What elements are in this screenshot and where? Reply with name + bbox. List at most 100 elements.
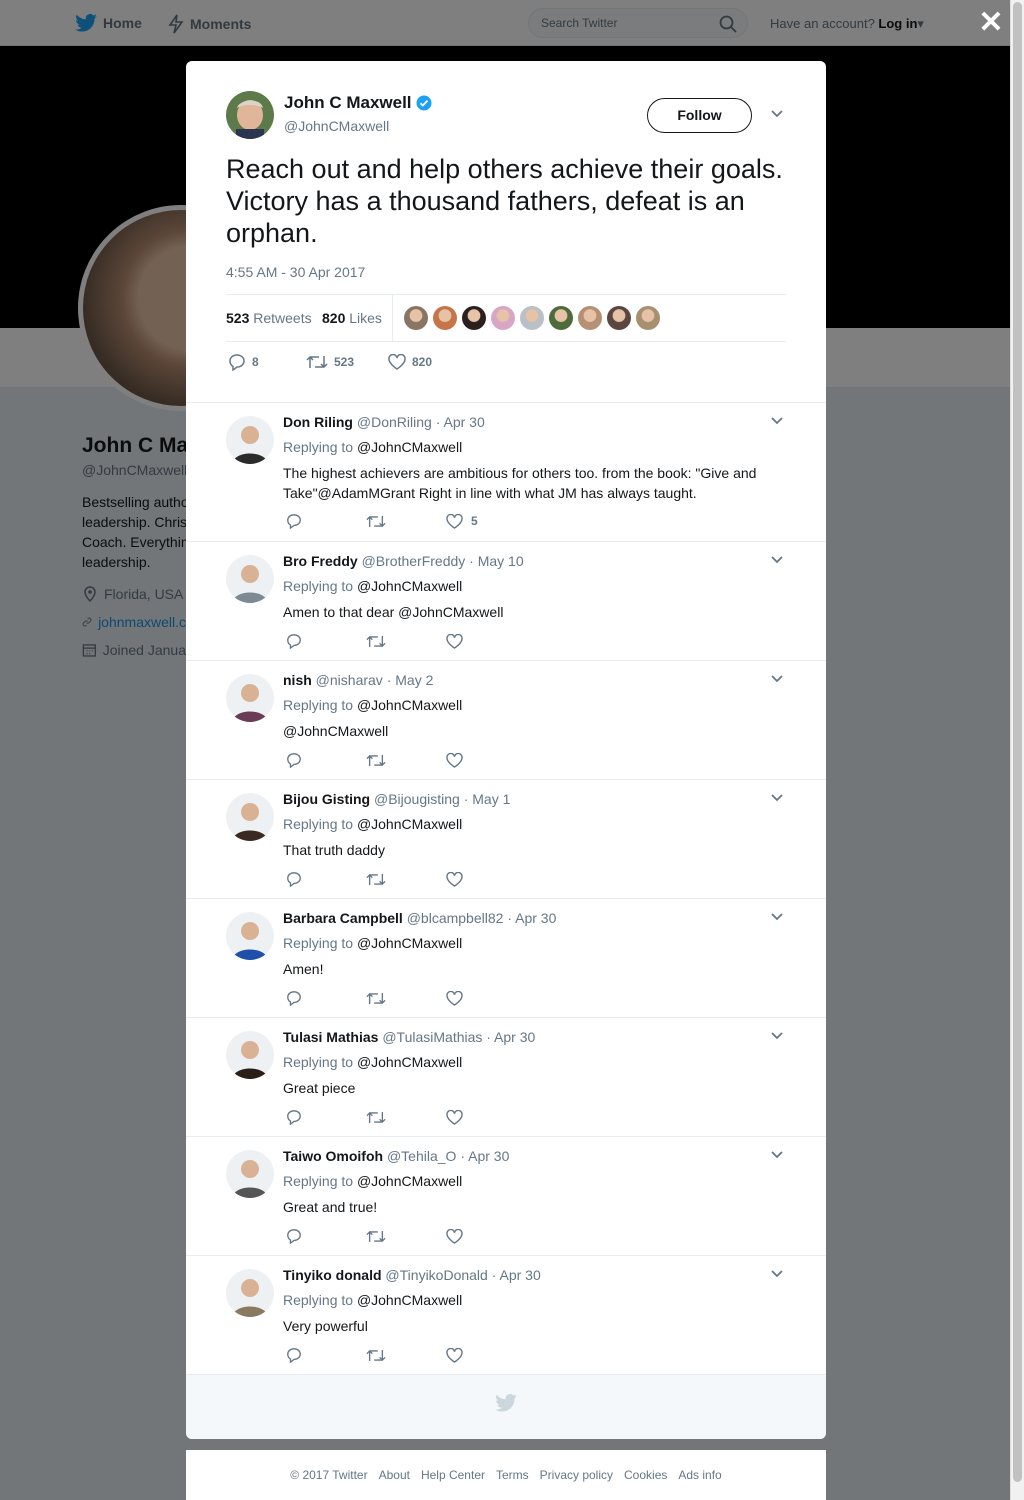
reply-date[interactable]: · May 2 bbox=[387, 672, 434, 688]
reply-button[interactable] bbox=[286, 871, 366, 887]
liker-avatar[interactable] bbox=[636, 306, 660, 330]
reply-avatar[interactable] bbox=[226, 1031, 274, 1079]
footer-link-help-center[interactable]: Help Center bbox=[421, 1468, 485, 1482]
like-button[interactable] bbox=[446, 752, 526, 768]
liker-avatar[interactable] bbox=[491, 306, 515, 330]
scrollbar-thumb[interactable] bbox=[1013, 2, 1022, 1482]
footer-link-about[interactable]: About bbox=[379, 1468, 410, 1482]
retweet-button[interactable] bbox=[366, 1348, 446, 1363]
reply-tweet[interactable]: Bijou Gisting @Bijougisting · May 1 Reply… bbox=[186, 780, 826, 899]
reply-avatar[interactable] bbox=[226, 555, 274, 603]
reply-avatar[interactable] bbox=[226, 674, 274, 722]
chevron-down-icon[interactable] bbox=[770, 109, 784, 119]
author-avatar[interactable] bbox=[226, 91, 274, 139]
chevron-down-icon[interactable] bbox=[770, 1031, 784, 1041]
reply-tweet[interactable]: Don Riling @DonRiling · Apr 30 Replying t… bbox=[186, 403, 826, 542]
reply-author-name[interactable]: nish bbox=[283, 672, 312, 688]
like-button[interactable] bbox=[446, 871, 526, 887]
reply-author-handle[interactable]: @TinyikoDonald bbox=[385, 1267, 487, 1283]
reply-author-name[interactable]: Tinyiko donald bbox=[283, 1267, 382, 1283]
reply-avatar[interactable] bbox=[226, 1150, 274, 1198]
author-name[interactable]: John C Maxwell bbox=[284, 93, 432, 113]
reply-tweet[interactable]: Tulasi Mathias @TulasiMathias · Apr 30 Re… bbox=[186, 1018, 826, 1137]
follow-button[interactable]: Follow bbox=[647, 98, 752, 133]
reply-author-handle[interactable]: @Bijougisting bbox=[374, 791, 460, 807]
liker-avatar[interactable] bbox=[433, 306, 457, 330]
author-name-text[interactable]: John C Maxwell bbox=[284, 93, 412, 113]
retweet-button[interactable] bbox=[366, 872, 446, 887]
retweet-button[interactable] bbox=[366, 1110, 446, 1125]
reply-author-name[interactable]: Don Riling bbox=[283, 414, 353, 430]
reply-tweet[interactable]: Taiwo Omoifoh @Tehila_O · Apr 30 Replying… bbox=[186, 1137, 826, 1256]
liker-avatar[interactable] bbox=[549, 306, 573, 330]
reply-button[interactable] bbox=[286, 513, 366, 529]
scrollbar[interactable] bbox=[1010, 0, 1024, 1500]
reply-author-handle[interactable]: @blcampbell82 bbox=[407, 910, 504, 926]
reply-button[interactable] bbox=[286, 752, 366, 768]
replying-to-handle[interactable]: @JohnCMaxwell bbox=[357, 1054, 462, 1070]
reply-avatar[interactable] bbox=[226, 793, 274, 841]
like-button[interactable]: 5 bbox=[446, 513, 526, 529]
like-button[interactable] bbox=[446, 1347, 526, 1363]
reply-button[interactable] bbox=[286, 1109, 366, 1125]
reply-tweet[interactable]: nish @nisharav · May 2 Replying to @JohnC… bbox=[186, 661, 826, 780]
replying-to-handle[interactable]: @JohnCMaxwell bbox=[357, 1173, 462, 1189]
tweet-timestamp[interactable]: 4:55 AM - 30 Apr 2017 bbox=[226, 264, 365, 280]
replying-to-handle[interactable]: @JohnCMaxwell bbox=[357, 935, 462, 951]
retweet-button[interactable] bbox=[366, 753, 446, 768]
likes-stat[interactable]: 820 Likes bbox=[322, 310, 382, 326]
reply-author-handle[interactable]: @Tehila_O bbox=[387, 1148, 456, 1164]
reply-avatar[interactable] bbox=[226, 1269, 274, 1317]
reply-date[interactable]: · Apr 30 bbox=[486, 1029, 535, 1045]
chevron-down-icon[interactable] bbox=[770, 793, 784, 803]
retweet-button[interactable] bbox=[366, 634, 446, 649]
replying-to-handle[interactable]: @JohnCMaxwell bbox=[357, 578, 462, 594]
chevron-down-icon[interactable] bbox=[770, 555, 784, 565]
retweet-button[interactable] bbox=[366, 991, 446, 1006]
liker-avatar[interactable] bbox=[578, 306, 602, 330]
reply-button[interactable] bbox=[286, 1347, 366, 1363]
reply-author-name[interactable]: Bro Freddy bbox=[283, 553, 358, 569]
footer-link-terms[interactable]: Terms bbox=[496, 1468, 529, 1482]
like-button[interactable]: 820 bbox=[388, 354, 432, 370]
reply-author-name[interactable]: Tulasi Mathias bbox=[283, 1029, 378, 1045]
retweet-button[interactable]: 523 bbox=[306, 354, 388, 370]
reply-date[interactable]: · Apr 30 bbox=[460, 1148, 509, 1164]
like-button[interactable] bbox=[446, 990, 526, 1006]
reply-avatar[interactable] bbox=[226, 416, 274, 464]
footer-link-ads-info[interactable]: Ads info bbox=[678, 1468, 721, 1482]
chevron-down-icon[interactable] bbox=[770, 674, 784, 684]
reply-author-handle[interactable]: @nisharav bbox=[316, 672, 383, 688]
chevron-down-icon[interactable] bbox=[770, 1150, 784, 1160]
chevron-down-icon[interactable] bbox=[770, 1269, 784, 1279]
like-button[interactable] bbox=[446, 633, 526, 649]
reply-date[interactable]: · Apr 30 bbox=[507, 910, 556, 926]
reply-avatar[interactable] bbox=[226, 912, 274, 960]
reply-tweet[interactable]: Tinyiko donald @TinyikoDonald · Apr 30 Re… bbox=[186, 1256, 826, 1375]
reply-date[interactable]: · May 1 bbox=[464, 791, 511, 807]
footer-link-privacy[interactable]: Privacy policy bbox=[540, 1468, 613, 1482]
reply-date[interactable]: · Apr 30 bbox=[436, 414, 485, 430]
author-handle[interactable]: @JohnCMaxwell bbox=[284, 118, 389, 134]
reply-author-handle[interactable]: @TulasiMathias bbox=[382, 1029, 482, 1045]
reply-button[interactable] bbox=[286, 990, 366, 1006]
reply-tweet[interactable]: Barbara Campbell @blcampbell82 · Apr 30 R… bbox=[186, 899, 826, 1018]
liker-avatar[interactable] bbox=[607, 306, 631, 330]
chevron-down-icon[interactable] bbox=[770, 416, 784, 426]
like-button[interactable] bbox=[446, 1109, 526, 1125]
reply-date[interactable]: · May 10 bbox=[469, 553, 523, 569]
reply-author-handle[interactable]: @DonRiling bbox=[357, 414, 432, 430]
reply-button[interactable] bbox=[286, 1228, 366, 1244]
liker-avatar[interactable] bbox=[462, 306, 486, 330]
footer-link-cookies[interactable]: Cookies bbox=[624, 1468, 667, 1482]
chevron-down-icon[interactable] bbox=[770, 912, 784, 922]
replying-to-handle[interactable]: @JohnCMaxwell bbox=[357, 697, 462, 713]
reply-author-name[interactable]: Barbara Campbell bbox=[283, 910, 403, 926]
reply-author-name[interactable]: Bijou Gisting bbox=[283, 791, 370, 807]
reply-date[interactable]: · Apr 30 bbox=[492, 1267, 541, 1283]
retweets-stat[interactable]: 523 Retweets bbox=[226, 310, 312, 326]
retweet-button[interactable] bbox=[366, 514, 446, 529]
liker-avatar[interactable] bbox=[404, 306, 428, 330]
reply-tweet[interactable]: Bro Freddy @BrotherFreddy · May 10 Replyi… bbox=[186, 542, 826, 661]
replying-to-handle[interactable]: @JohnCMaxwell bbox=[357, 439, 462, 455]
